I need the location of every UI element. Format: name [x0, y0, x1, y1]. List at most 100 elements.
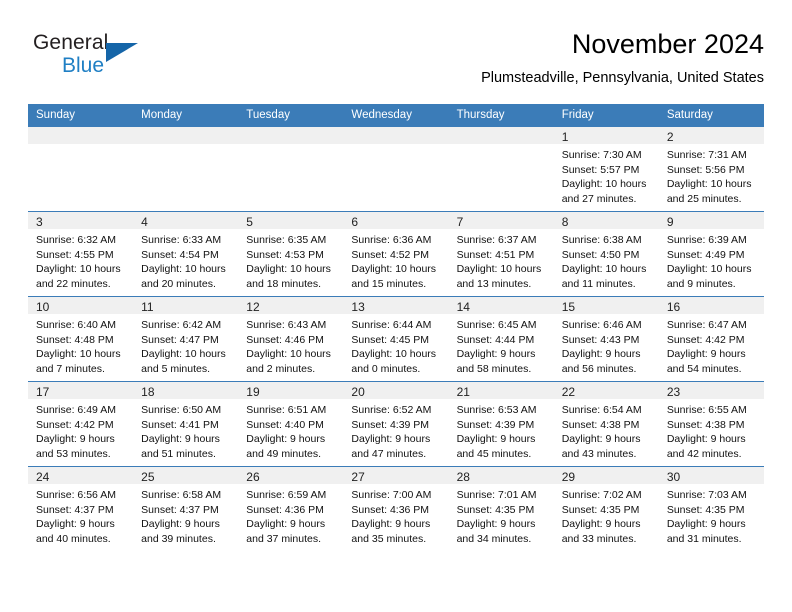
day-number: 30: [666, 470, 681, 484]
daylight-text-line1: Daylight: 9 hours: [141, 518, 220, 531]
sunset-text: Sunset: 4:35 PM: [561, 503, 640, 516]
calendar-day-cell[interactable]: 24 Sunrise: 6:56 AM Sunset: 4:37 PM Dayligh…: [28, 466, 134, 551]
calendar-day-cell[interactable]: 23 Sunrise: 6:55 AM Sunset: 4:38 PM Dayligh…: [658, 381, 764, 467]
day-cell-details: Sunrise: 7:03 AM Sunset: 4:35 PM Daylight:…: [659, 484, 764, 546]
sunset-text: Sunset: 4:43 PM: [561, 333, 640, 346]
day-cell-inner: 19 Sunrise: 6:51 AM Sunset: 4:40 PM Dayligh…: [238, 382, 344, 466]
calendar-day-cell[interactable]: 15 Sunrise: 6:46 AM Sunset: 4:43 PM Dayligh…: [553, 296, 659, 382]
day-number: 13: [351, 300, 365, 314]
day-cell-details: Sunrise: 6:39 AM Sunset: 4:49 PM Daylight:…: [659, 229, 764, 291]
day-number: 11: [141, 300, 154, 314]
calendar-week-row: 10 Sunrise: 6:40 AM Sunset: 4:48 PM Dayligh…: [28, 296, 764, 382]
calendar-day-cell[interactable]: 2 Sunrise: 7:31 AM Sunset: 5:56 PM Daylight…: [658, 126, 764, 212]
calendar-day-cell[interactable]: 18 Sunrise: 6:50 AM Sunset: 4:41 PM Dayligh…: [133, 381, 239, 467]
calendar-day-cell[interactable]: 20 Sunrise: 6:52 AM Sunset: 4:39 PM Dayligh…: [343, 381, 449, 467]
calendar-day-cell[interactable]: 4 Sunrise: 6:33 AM Sunset: 4:54 PM Daylight…: [133, 211, 239, 297]
day-number: 7: [456, 215, 464, 229]
daylight-text-line2: and 58 minutes.: [456, 362, 532, 375]
calendar-day-cell[interactable]: 16 Sunrise: 6:47 AM Sunset: 4:42 PM Dayligh…: [658, 296, 764, 382]
day-cell-details: Sunrise: 6:47 AM Sunset: 4:42 PM Daylight:…: [659, 314, 764, 376]
sunrise-text: Sunrise: 6:39 AM: [666, 234, 747, 246]
sunrise-text: Sunrise: 6:36 AM: [351, 234, 432, 246]
daylight-text-line1: Daylight: 10 hours: [561, 178, 647, 191]
daylight-text-line1: Daylight: 10 hours: [246, 348, 331, 361]
sunset-text: Sunset: 4:46 PM: [246, 333, 324, 346]
sunrise-text: Sunrise: 7:31 AM: [666, 149, 747, 161]
calendar-header-row: Sunday Monday Tuesday Wednesday Thursday Frid…: [28, 104, 764, 127]
sunset-text: Sunset: 4:39 PM: [456, 418, 535, 431]
daylight-text-line2: and 27 minutes.: [561, 192, 637, 205]
daylight-text-line1: Daylight: 10 hours: [561, 263, 647, 276]
calendar-day-cell[interactable]: 29 Sunrise: 7:02 AM Sunset: 4:35 PM Dayligh…: [553, 466, 659, 551]
calendar-day-cell[interactable]: 25 Sunrise: 6:58 AM Sunset: 4:37 PM Dayligh…: [133, 466, 239, 551]
day-number-band: 17: [28, 382, 134, 399]
calendar-day-cell[interactable]: 12 Sunrise: 6:43 AM Sunset: 4:46 PM Dayligh…: [238, 296, 344, 382]
day-number-band: 23: [658, 382, 764, 399]
daylight-text-line1: Daylight: 9 hours: [561, 348, 641, 361]
daylight-text-line1: Daylight: 9 hours: [141, 433, 220, 446]
page-title: November 2024: [571, 29, 764, 59]
sunrise-text: Sunrise: 7:30 AM: [561, 149, 642, 161]
daylight-text-line2: and 51 minutes.: [141, 447, 216, 460]
calendar-day-cell[interactable]: 6 Sunrise: 6:36 AM Sunset: 4:52 PM Daylight…: [343, 211, 449, 297]
day-cell-details: Sunrise: 6:49 AM Sunset: 4:42 PM Daylight:…: [28, 399, 133, 461]
calendar-day-cell[interactable]: 30 Sunrise: 7:03 AM Sunset: 4:35 PM Dayligh…: [658, 466, 764, 551]
day-number-band: [448, 127, 554, 144]
sunset-text: Sunset: 4:40 PM: [246, 418, 324, 431]
calendar-day-cell[interactable]: 13 Sunrise: 6:44 AM Sunset: 4:45 PM Dayligh…: [343, 296, 449, 382]
day-cell-inner: [133, 127, 239, 211]
calendar-day-cell[interactable]: 3 Sunrise: 6:32 AM Sunset: 4:55 PM Daylight…: [28, 211, 134, 297]
calendar-day-cell[interactable]: 5 Sunrise: 6:35 AM Sunset: 4:53 PM Daylight…: [238, 211, 344, 297]
day-number-band: 8: [553, 212, 659, 229]
general-blue-logo[interactable]: General Blue: [33, 32, 153, 82]
sunset-text: Sunset: 4:51 PM: [456, 248, 535, 261]
sunset-text: Sunset: 4:44 PM: [456, 333, 535, 346]
sunset-text: Sunset: 4:36 PM: [246, 503, 324, 516]
daylight-text-line2: and 20 minutes.: [141, 277, 216, 290]
calendar-day-cell[interactable]: 21 Sunrise: 6:53 AM Sunset: 4:39 PM Dayligh…: [448, 381, 554, 467]
sunset-text: Sunset: 4:35 PM: [456, 503, 535, 516]
calendar-day-cell-empty: [133, 126, 239, 212]
sunrise-text: Sunrise: 7:00 AM: [351, 489, 432, 501]
calendar-day-cell[interactable]: 11 Sunrise: 6:42 AM Sunset: 4:47 PM Dayligh…: [133, 296, 239, 382]
calendar-day-cell[interactable]: 26 Sunrise: 6:59 AM Sunset: 4:36 PM Dayligh…: [238, 466, 344, 551]
day-number: 26: [246, 470, 260, 484]
day-cell-inner: 5 Sunrise: 6:35 AM Sunset: 4:53 PM Daylight…: [238, 212, 344, 296]
day-number-band: 22: [553, 382, 659, 399]
day-cell-details: Sunrise: 6:38 AM Sunset: 4:50 PM Daylight:…: [554, 229, 659, 291]
day-cell-details: Sunrise: 6:45 AM Sunset: 4:44 PM Daylight:…: [449, 314, 554, 376]
day-cell-inner: [343, 127, 449, 211]
calendar-day-cell[interactable]: 1 Sunrise: 7:30 AM Sunset: 5:57 PM Daylight…: [553, 126, 659, 212]
calendar-day-cell[interactable]: 8 Sunrise: 6:38 AM Sunset: 4:50 PM Daylight…: [553, 211, 659, 297]
calendar-day-cell[interactable]: 17 Sunrise: 6:49 AM Sunset: 4:42 PM Dayligh…: [28, 381, 134, 467]
calendar-day-cell[interactable]: 14 Sunrise: 6:45 AM Sunset: 4:44 PM Dayligh…: [448, 296, 554, 382]
sunset-text: Sunset: 4:42 PM: [666, 333, 745, 346]
calendar-day-cell[interactable]: 10 Sunrise: 6:40 AM Sunset: 4:48 PM Dayligh…: [28, 296, 134, 382]
daylight-text-line1: Daylight: 10 hours: [141, 263, 226, 276]
day-cell-details: Sunrise: 6:51 AM Sunset: 4:40 PM Daylight:…: [238, 399, 343, 461]
sunrise-text: Sunrise: 6:37 AM: [456, 234, 537, 246]
daylight-text-line2: and 56 minutes.: [561, 362, 637, 375]
day-number: 20: [351, 385, 365, 399]
day-number: 15: [561, 300, 576, 314]
day-cell-inner: 28 Sunrise: 7:01 AM Sunset: 4:35 PM Dayligh…: [448, 467, 554, 551]
day-number: 28: [456, 470, 470, 484]
calendar-day-cell[interactable]: 28 Sunrise: 7:01 AM Sunset: 4:35 PM Dayligh…: [448, 466, 554, 551]
daylight-text-line2: and 0 minutes.: [351, 362, 421, 375]
day-cell-details: Sunrise: 6:59 AM Sunset: 4:36 PM Daylight:…: [238, 484, 343, 546]
day-number-band: 25: [133, 467, 239, 484]
calendar-day-cell[interactable]: 7 Sunrise: 6:37 AM Sunset: 4:51 PM Daylight…: [448, 211, 554, 297]
weekday-header-wednesday: Wednesday: [343, 104, 449, 127]
calendar-day-cell[interactable]: 22 Sunrise: 6:54 AM Sunset: 4:38 PM Dayligh…: [553, 381, 659, 467]
daylight-text-line1: Daylight: 10 hours: [36, 263, 121, 276]
sunrise-text: Sunrise: 6:45 AM: [456, 319, 537, 331]
day-number: 22: [561, 385, 576, 399]
sunset-text: Sunset: 4:38 PM: [666, 418, 745, 431]
calendar-day-cell[interactable]: 19 Sunrise: 6:51 AM Sunset: 4:40 PM Dayligh…: [238, 381, 344, 467]
calendar-day-cell[interactable]: 9 Sunrise: 6:39 AM Sunset: 4:49 PM Daylight…: [658, 211, 764, 297]
calendar-day-cell[interactable]: 27 Sunrise: 7:00 AM Sunset: 4:36 PM Dayligh…: [343, 466, 449, 551]
day-number: 24: [36, 470, 50, 484]
daylight-text-line1: Daylight: 9 hours: [456, 433, 536, 446]
day-number-band: 12: [238, 297, 344, 314]
calendar-day-cell-empty: [448, 126, 554, 212]
